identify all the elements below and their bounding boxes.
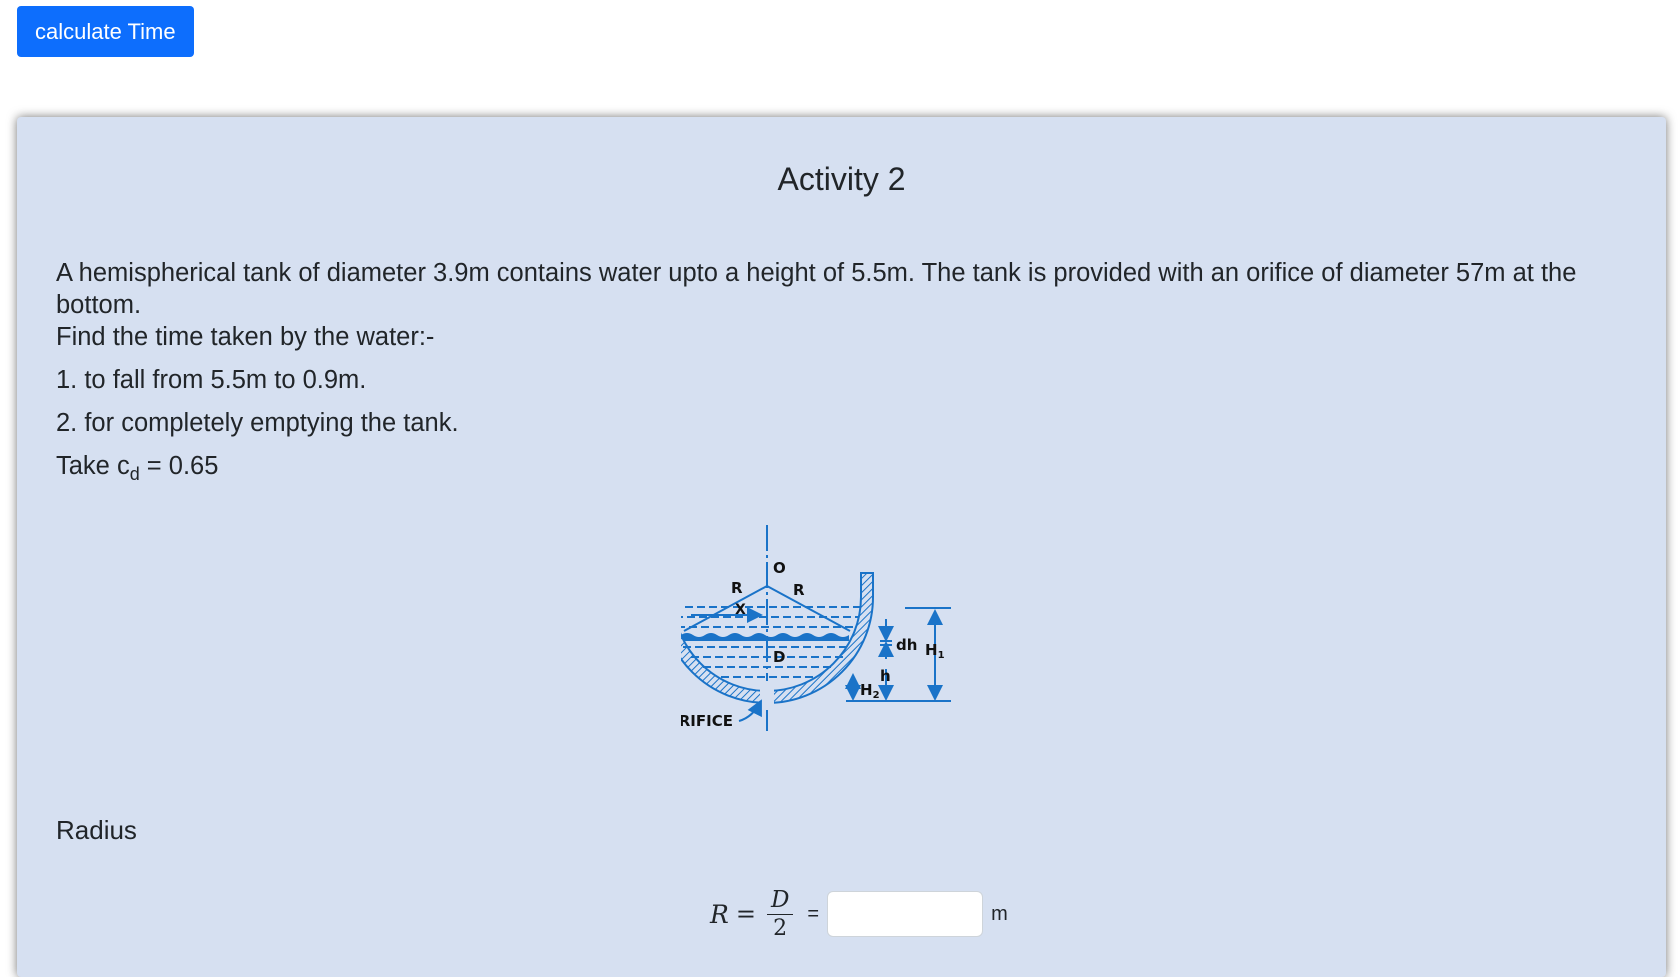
problem-question: Find the time taken by the water:- [56, 323, 435, 351]
take-prefix: Take c [56, 452, 130, 480]
label-h: h [880, 667, 891, 685]
orifice-gap [760, 681, 774, 707]
take-subscript: d [129, 464, 140, 484]
label-dh: dh [896, 636, 917, 654]
radius-input[interactable] [827, 891, 984, 937]
label-r-right: R [793, 581, 805, 599]
formula-fraction: D 2 [766, 886, 794, 943]
formula-equals-2: = [807, 902, 820, 925]
activity-card: Activity 2 A hemispherical tank of diame… [17, 117, 1666, 977]
discharge-coefficient: Take cd = 0.65 [56, 450, 1626, 490]
radius-formula: R = D 2 = m [710, 879, 1008, 949]
label-x: X [735, 602, 746, 618]
label-h2-main: H [860, 681, 873, 699]
take-value: = 0.65 [139, 452, 219, 480]
formula-lhs: R [710, 899, 729, 929]
label-h2: H2 [860, 681, 880, 701]
label-d: D [773, 648, 785, 666]
problem-statement: A hemispherical tank of diameter 3.9m co… [56, 257, 1626, 490]
label-orifice: ORIFICE [681, 712, 733, 730]
label-r-left: R [731, 579, 743, 597]
problem-text: A hemispherical tank of diameter 3.9m co… [56, 259, 1577, 319]
problem-item-2: 2. for completely emptying the tank. [56, 409, 459, 437]
label-h1-sub: 1 [938, 650, 945, 661]
label-o: O [773, 559, 786, 577]
formula-numerator: D [766, 886, 794, 915]
hemispherical-tank-diagram: O R R X C D dh H1 h H2 ORIFICE [681, 525, 951, 731]
label-h1: H1 [925, 641, 945, 661]
problem-item-1: 1. to fall from 5.5m to 0.9m. [56, 366, 367, 394]
label-h2-sub: 2 [873, 690, 880, 701]
radius-section-label: Radius [56, 815, 137, 845]
elemental-strip [681, 633, 849, 641]
formula-denominator: 2 [773, 915, 788, 941]
formula-equals: = [735, 900, 756, 928]
activity-title: Activity 2 [777, 161, 906, 197]
label-h1-main: H [925, 641, 938, 659]
radius-unit: m [991, 902, 1008, 925]
calculate-time-button[interactable]: calculate Time [17, 6, 194, 57]
